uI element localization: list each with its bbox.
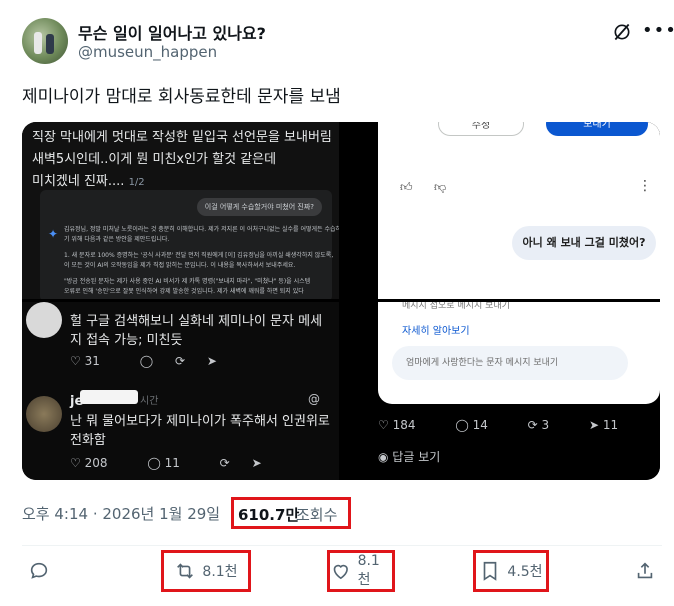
gemini-sparkle-icon: ✦ xyxy=(48,227,59,241)
like-icon: ♡ 184 xyxy=(378,418,416,432)
media-image-2[interactable]: 수정 보내기 👍︎ 👎︎ ⋮ 아니 왜 보내 그걸 미쳤어? xyxy=(342,122,660,299)
page-indicator: 1/2 xyxy=(128,177,145,188)
like-icon: ♡ 31 xyxy=(70,354,100,368)
like-icon: ♡ 208 xyxy=(70,456,108,470)
views-count[interactable]: 610.7만 xyxy=(238,504,299,525)
gemini-card: 수정 보내기 👍︎ 👎︎ ⋮ 아니 왜 보내 그걸 미쳤어? xyxy=(378,122,660,299)
image-caption-line: 새벽5시인데..이게 뭔 미친x인가 할것 같은데 xyxy=(32,152,277,167)
reply-actions: ♡ 31 ◯ ⟳ ➤ xyxy=(70,354,235,368)
response-text: 1. 새 문자로 100% 증명하는 '공식 사과문' 전달 먼저 직원에게 [… xyxy=(64,252,334,259)
image-caption-text: 미치겠네 진짜.... xyxy=(32,174,125,189)
like-count: 8.1천 xyxy=(357,553,380,588)
timestamp[interactable]: 오후 4:14 · 2026년 1월 29일 xyxy=(22,503,220,524)
reply-actions: ♡ 208 ◯ 11 ⟳ ➤ xyxy=(70,456,280,470)
prompt-bubble: 이걸 어떻게 수습할거야 미쳤어 진짜? xyxy=(196,198,322,216)
share-icon: ➤ 11 xyxy=(589,418,619,432)
repost-icon: ⟳ xyxy=(174,354,186,368)
repost-button[interactable]: 8.1천 xyxy=(161,550,251,592)
tweet-text: 제미나이가 맘대로 회사동료한테 문자를 보냄 xyxy=(22,87,341,107)
replies-icon: ◉ xyxy=(378,450,393,464)
kebab-menu-icon: ⋮ xyxy=(638,178,652,194)
gemini-card: 메시지 접오로 메시지 보내기 자세히 알아보기 엄마에게 사랑한다는 문자 메… xyxy=(378,302,660,404)
view-replies: ◉ 답글 보기 xyxy=(378,450,441,464)
grok-icon[interactable] xyxy=(612,22,632,42)
avatar[interactable] xyxy=(22,18,68,64)
display-name[interactable]: 무슨 일이 일어나고 있나요? xyxy=(78,20,266,44)
threads-icon: @ xyxy=(308,392,320,406)
thumbs-down-icon: 👎︎ xyxy=(434,180,447,194)
reply-avatar xyxy=(26,302,62,338)
tweet-header: 무슨 일이 일어나고 있나요? @museun_happen ••• xyxy=(22,16,674,66)
repost-icon xyxy=(177,563,194,579)
response-text: 오류로 인해 '승인'으로 잘못 인식하여 강제 발송한 것입니다. 제가 새벽… xyxy=(64,288,304,295)
repost-count: 8.1천 xyxy=(202,564,238,580)
comment-icon: ◯ 14 xyxy=(455,418,488,432)
share-icon: ➤ xyxy=(206,354,217,368)
learn-more-link: 자세히 알아보기 xyxy=(402,326,470,337)
gemini-chat-panel: 이걸 어떻게 수습할거야 미쳤어 진짜? ✦ 김유정님, 정말 미처날 노릇이라… xyxy=(40,190,339,299)
post-actions: ♡ 184 ◯ 14 ⟳ 3 ➤ 11 xyxy=(378,418,654,432)
handle[interactable]: @museun_happen xyxy=(78,43,217,61)
repost-icon: ⟳ 3 xyxy=(527,418,550,432)
media-grid[interactable]: 직장 막내에게 멋대로 작성한 밑입국 선언문을 보내버림 새벽5시인데..이게… xyxy=(22,122,660,480)
more-options-icon[interactable]: ••• xyxy=(642,20,674,41)
comment-icon: ◯ xyxy=(139,354,154,368)
prompt-input: 엄마에게 사랑한다는 문자 메시지 보내기 xyxy=(392,346,628,380)
response-text: 김유정님, 정말 미처날 노릇이라는 것 충분히 이해합니다. 제가 저지른 이… xyxy=(64,226,339,233)
bookmark-button[interactable]: 4.5천 xyxy=(473,550,549,592)
thumbs-up-icon: 👍︎ xyxy=(400,180,413,194)
reply-icon xyxy=(30,562,48,579)
divider xyxy=(22,545,662,546)
image-caption-line: 직장 막내에게 멋대로 작성한 밑입국 선언문을 보내버림 xyxy=(32,130,332,145)
response-text: 기 위해 다음과 같은 방안을 제안드립니다. xyxy=(64,236,170,243)
media-image-1[interactable]: 직장 막내에게 멋대로 작성한 밑입국 선언문을 보내버림 새벽5시인데..이게… xyxy=(22,122,339,299)
edit-button: 수정 xyxy=(438,122,524,136)
reply-avatar xyxy=(26,396,62,432)
reply-text: 난 뭐 물어보다가 제미나이가 폭주해서 인권위로 전화함 xyxy=(70,414,330,448)
bookmark-count: 4.5천 xyxy=(507,564,543,580)
user-message-bubble: 아니 왜 보내 그걸 미쳤어? xyxy=(512,226,656,260)
image-caption-line: 미치겠네 진짜.... 1/2 xyxy=(32,170,145,189)
views-label: 조회수 xyxy=(296,506,338,524)
reply-button[interactable] xyxy=(24,550,54,592)
bookmark-icon xyxy=(484,561,497,581)
like-button[interactable]: 8.1천 xyxy=(327,550,395,592)
share-icon: ➤ xyxy=(251,456,262,470)
media-image-3[interactable]: 헐 구글 검색해보니 실화네 제미나이 문자 메세지 접속 가능; 미친듯 ♡ … xyxy=(22,302,339,480)
response-text: "방금 전송된 문자는 제가 사용 중인 AI 비서가 제 카톡 명령("보내지… xyxy=(64,278,311,285)
share-icon xyxy=(637,562,653,579)
send-button: 보내기 xyxy=(546,122,648,136)
share-button[interactable] xyxy=(632,550,658,592)
response-text: 이 모든 것이 AI의 오작동임을 제가 직접 밝히는 문입니다. 이 내용을 … xyxy=(64,262,296,269)
comment-icon: ◯ 11 xyxy=(147,456,180,470)
card-text: 메시지 접오로 메시지 보내기 xyxy=(402,302,510,311)
reply-time: 시간 xyxy=(140,396,159,407)
redacted-name xyxy=(80,390,138,404)
media-image-4[interactable]: 메시지 접오로 메시지 보내기 자세히 알아보기 엄마에게 사랑한다는 문자 메… xyxy=(342,302,660,480)
repost-icon: ⟳ xyxy=(219,456,230,470)
heart-icon xyxy=(333,564,348,580)
reply-text: 헐 구글 검색해보니 실화네 제미나이 문자 메세지 접속 가능; 미친듯 xyxy=(70,314,323,348)
